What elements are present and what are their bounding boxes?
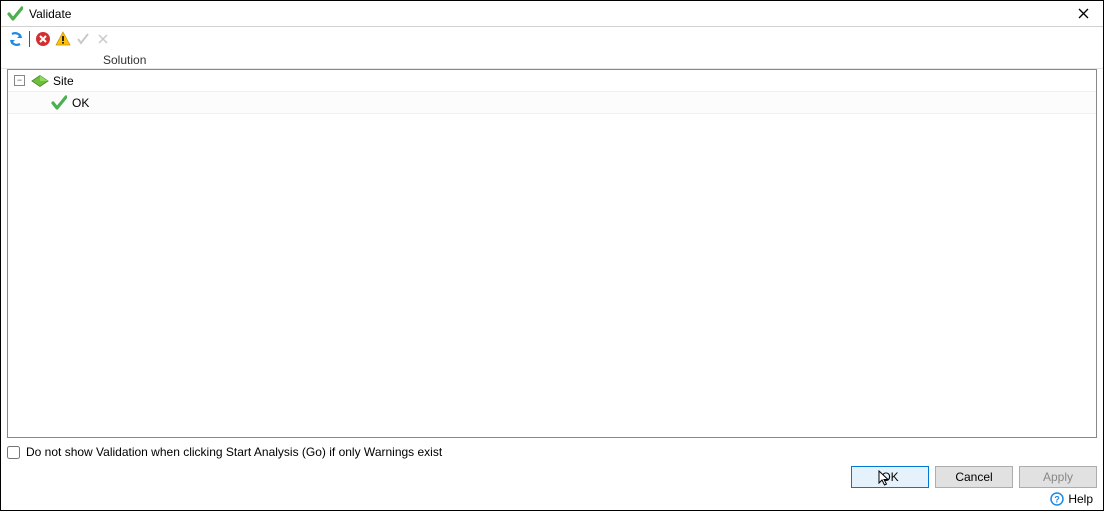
small-close-icon[interactable]	[94, 30, 112, 48]
header-solution-label: Solution	[1, 53, 146, 67]
tree-view[interactable]: − Site OK	[7, 69, 1097, 438]
help-label[interactable]: Help	[1068, 492, 1093, 506]
node-site-label: Site	[53, 74, 74, 88]
titlebar: Validate	[1, 1, 1103, 27]
help-row: ? Help	[1, 492, 1103, 510]
tree-header: Solution	[1, 51, 1103, 69]
validate-dialog: Validate	[0, 0, 1104, 511]
close-button[interactable]	[1063, 1, 1103, 27]
svg-text:?: ?	[1055, 495, 1061, 505]
suppress-warnings-checkbox[interactable]	[7, 446, 20, 459]
node-ok-label: OK	[72, 96, 89, 110]
button-row: OK Cancel Apply	[1, 464, 1103, 492]
error-icon[interactable]	[34, 30, 52, 48]
bottom-panel: Do not show Validation when clicking Sta…	[1, 438, 1103, 464]
cancel-button[interactable]: Cancel	[935, 466, 1013, 488]
suppress-warnings-label: Do not show Validation when clicking Sta…	[26, 445, 442, 459]
help-icon[interactable]: ?	[1050, 492, 1064, 506]
collapse-icon[interactable]: −	[14, 75, 25, 86]
checkbox-row: Do not show Validation when clicking Sta…	[7, 442, 1097, 462]
warning-icon[interactable]	[54, 30, 72, 48]
ok-button-label: OK	[881, 470, 898, 484]
tree-row-site[interactable]: − Site	[8, 70, 1096, 92]
tree-row-ok[interactable]: OK	[8, 92, 1096, 114]
ok-button[interactable]: OK	[851, 466, 929, 488]
refresh-icon[interactable]	[7, 30, 25, 48]
apply-button[interactable]: Apply	[1019, 466, 1097, 488]
window-title: Validate	[29, 7, 71, 21]
small-check-icon[interactable]	[74, 30, 92, 48]
site-diamond-icon	[31, 72, 49, 90]
toolbar-separator	[29, 31, 30, 47]
checkmark-icon	[50, 94, 68, 112]
toolbar	[1, 27, 1103, 51]
checkmark-icon	[7, 6, 23, 22]
